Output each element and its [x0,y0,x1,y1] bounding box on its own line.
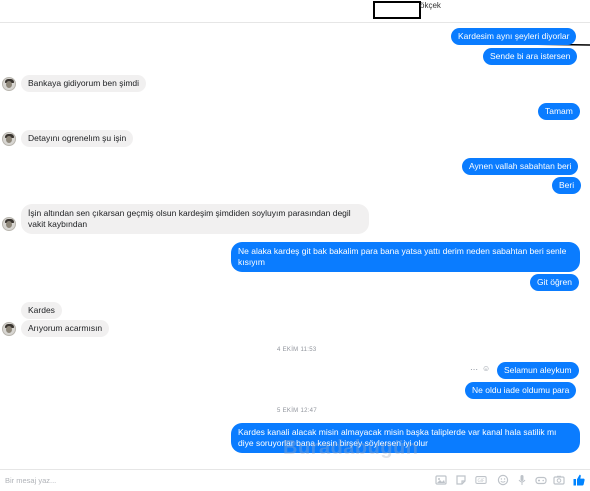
message-composer: Bir mesaj yaz... GIF [0,469,590,491]
message-text: Ne oldu iade oldumu para [472,385,570,395]
message-text: Selamun aleykum [504,365,572,375]
message-outgoing[interactable]: Tamam [538,103,580,120]
message-outgoing[interactable]: Selamun aleykum [497,362,579,379]
contact-avatar[interactable] [2,77,16,91]
message-text: Kardes [28,305,55,315]
message-incoming[interactable]: İşin altından sen çıkarsan geçmiş olsun … [21,204,369,234]
message-text: Tamam [545,106,573,116]
camera-icon[interactable] [553,474,565,486]
message-incoming[interactable]: Detayını ogrenelım şu işin [21,130,134,147]
message-outgoing[interactable]: Sende bi ara istersen [483,48,578,65]
timestamp: 5 EKİM 12:47 [277,408,317,414]
message-text: Bankaya gidiyorum ben şimdi [28,78,140,88]
sticker-icon[interactable] [455,474,467,486]
timestamp: 4 EKİM 11:53 [277,347,317,353]
message-text: İşin altından sen çıkarsan geçmiş olsun … [28,208,351,229]
redacted-name-box [373,1,421,19]
emoji-icon[interactable] [497,474,509,486]
conversation-header: ökçek [0,0,590,23]
message-input[interactable]: Bir mesaj yaz... [5,476,56,485]
message-text: Ne alaka kardeş git bak bakalim para ban… [238,246,567,267]
message-incoming[interactable]: Arıyorum acarmısın [21,320,110,337]
message-text: Detayını ogrenelım şu işin [28,133,127,143]
message-outgoing[interactable]: Aynen vallah sabahtan beri [462,158,579,175]
message-text: Sende bi ara istersen [490,51,571,61]
watermark-logo: Buradabugün [283,437,419,459]
message-incoming[interactable]: Bankaya gidiyorum ben şimdi [21,75,147,92]
message-text: Aynen vallah sabahtan beri [469,161,572,171]
message-text: Arıyorum acarmısın [28,323,103,333]
contact-avatar[interactable] [2,132,16,146]
message-incoming[interactable]: Kardes [21,302,62,319]
game-icon[interactable] [535,474,547,486]
message-outgoing[interactable]: Ne oldu iade oldumu para [465,382,577,399]
contact-avatar[interactable] [2,322,16,336]
message-text: Git öğren [537,277,572,287]
emoji-react-icon[interactable]: ☺ [482,364,490,373]
contact-avatar[interactable] [2,217,16,231]
gif-icon[interactable]: GIF [475,474,487,486]
message-outgoing[interactable]: Ne alaka kardeş git bak bakalim para ban… [231,242,580,272]
message-outgoing[interactable]: Beri [552,177,582,194]
message-text: Kardesim aynı şeyleri diyorlar [458,31,570,41]
thumbs-up-icon[interactable] [572,473,586,487]
microphone-icon[interactable] [516,474,528,486]
contact-name-partial[interactable]: ökçek [420,1,441,10]
message-text: Beri [559,180,575,190]
svg-text:GIF: GIF [477,478,485,484]
more-options-icon[interactable]: ⋯ [470,365,478,374]
image-icon[interactable] [435,474,447,486]
message-outgoing[interactable]: Kardesim aynı şeyleri diyorlar [451,28,577,45]
message-outgoing[interactable]: Git öğren [530,274,579,291]
